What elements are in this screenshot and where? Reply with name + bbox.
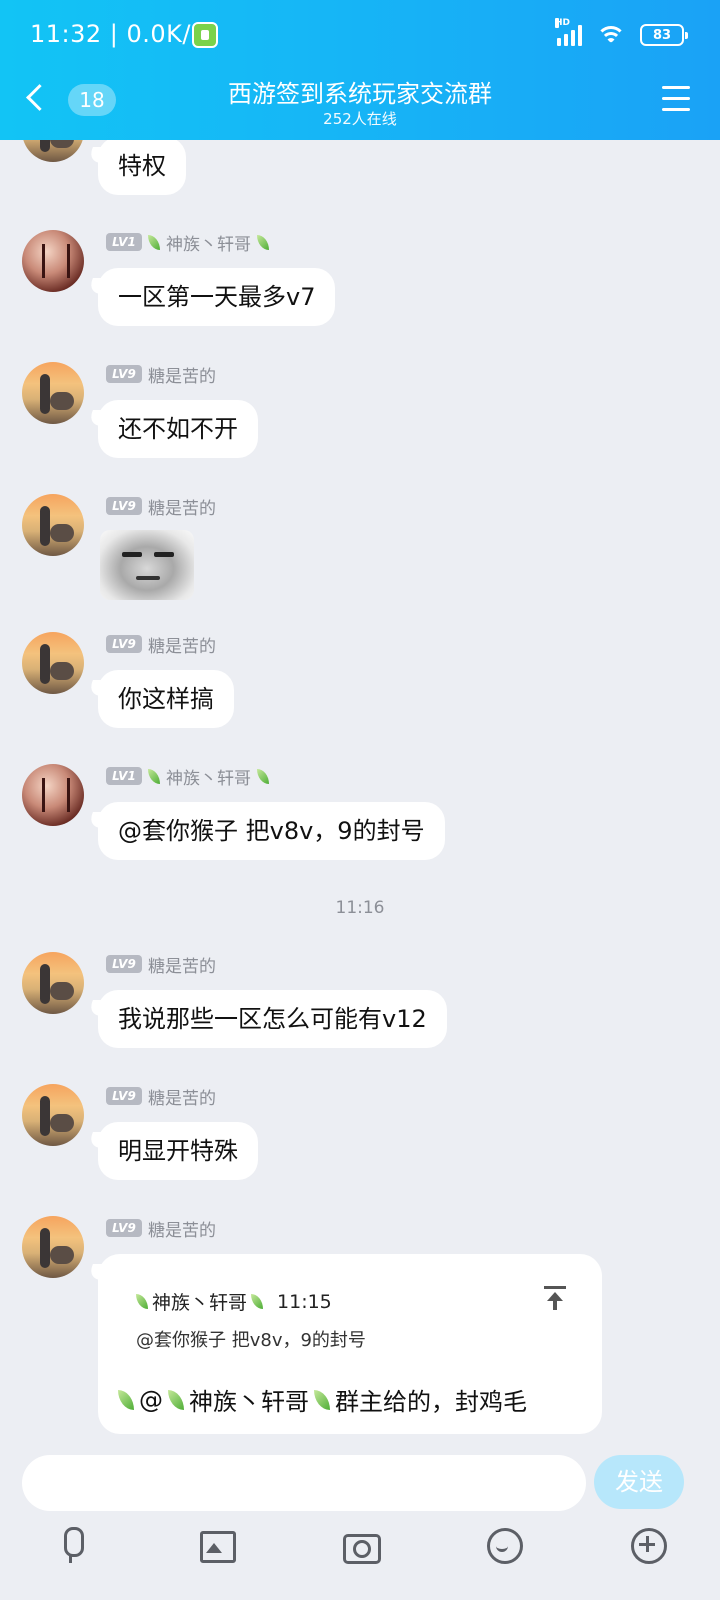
signal-icon: HD — [555, 18, 582, 46]
leaf-icon — [148, 234, 160, 250]
status-bar: 11:32 | 0.0K/s HD 83 — [0, 0, 720, 70]
input-toolbar — [0, 1519, 720, 1579]
image-icon[interactable] — [196, 1525, 236, 1565]
avatar[interactable] — [22, 952, 84, 1014]
sender-line: LV9 糖是苦的 — [106, 494, 216, 519]
message-bubble[interactable]: @套你猴子 把v8v，9的封号 — [98, 802, 445, 860]
reply-message-bubble[interactable]: 神族丶轩哥 11:15 @套你猴子 把v8v，9的封号 @ 神族丶轩哥 群主给的… — [98, 1254, 602, 1434]
input-area: 发送 — [0, 1445, 720, 1600]
chat-header: 11:32 | 0.0K/s HD 83 18 西游签到系统玩家交流群 252人… — [0, 0, 720, 140]
avatar[interactable] — [22, 1216, 84, 1278]
leaf-icon — [136, 1294, 148, 1309]
sender-line: LV9 糖是苦的 — [106, 952, 216, 977]
emoji-icon[interactable] — [484, 1525, 524, 1565]
quoted-header: 神族丶轩哥 11:15 — [136, 1288, 332, 1315]
message-input[interactable] — [22, 1455, 586, 1511]
message-bubble[interactable]: 还不如不开 — [98, 400, 258, 458]
sender-name[interactable]: 神族丶轩哥 — [166, 230, 251, 255]
avatar[interactable] — [22, 140, 84, 162]
message-bubble[interactable]: 一区第一天最多v7 — [98, 268, 336, 326]
message-bubble[interactable]: 特权 — [98, 140, 186, 195]
sender-name[interactable]: 糖是苦的 — [148, 952, 216, 977]
leaf-icon — [148, 768, 160, 784]
microphone-icon[interactable] — [52, 1525, 92, 1565]
sender-line: LV9 糖是苦的 — [106, 632, 216, 657]
avatar[interactable] — [22, 494, 84, 556]
avatar[interactable] — [22, 230, 84, 292]
send-button[interactable]: 发送 — [594, 1455, 684, 1509]
leaf-icon — [118, 1389, 134, 1410]
sender-name[interactable]: 糖是苦的 — [148, 1216, 216, 1241]
sender-line: LV1 神族丶轩哥 — [106, 230, 269, 255]
network-type-label: HD — [555, 18, 571, 28]
level-badge: LV9 — [106, 955, 142, 973]
level-badge: LV9 — [106, 1087, 142, 1105]
wifi-icon — [596, 24, 626, 46]
sender-line: LV1 神族丶轩哥 — [106, 764, 269, 789]
sender-line: LV9 糖是苦的 — [106, 1084, 216, 1109]
level-badge: LV1 — [106, 233, 142, 251]
sender-name[interactable]: 糖是苦的 — [148, 1084, 216, 1109]
sender-name[interactable]: 糖是苦的 — [148, 362, 216, 387]
leaf-icon — [251, 1294, 264, 1309]
online-count: 252人在线 — [323, 110, 397, 128]
quoted-sender: 神族丶轩哥 — [152, 1292, 248, 1314]
quoted-time: 11:15 — [277, 1290, 332, 1313]
message-list[interactable]: 特权 LV1 神族丶轩哥 一区第一天最多v7 LV9 糖是苦的 还不如不开 LV… — [0, 140, 720, 1445]
mention-name[interactable]: 神族丶轩哥 — [189, 1382, 309, 1417]
sender-name[interactable]: 糖是苦的 — [148, 632, 216, 657]
status-time: 11:32 | 0.0K/s — [30, 20, 205, 48]
avatar[interactable] — [22, 632, 84, 694]
sender-line: LV9 糖是苦的 — [106, 362, 216, 387]
battery-level: 83 — [652, 27, 672, 43]
level-badge: LV9 — [106, 365, 142, 383]
message-bubble[interactable]: 我说那些一区怎么可能有v12 — [98, 990, 447, 1048]
leaf-icon — [168, 1389, 184, 1410]
battery-icon: 83 — [640, 24, 688, 46]
group-title[interactable]: 西游签到系统玩家交流群 — [0, 74, 720, 109]
sender-name[interactable]: 糖是苦的 — [148, 494, 216, 519]
jump-to-original-icon[interactable] — [544, 1286, 566, 1310]
level-badge: LV1 — [106, 767, 142, 785]
reply-text: @ 神族丶轩哥 群主给的，封鸡毛 — [118, 1382, 527, 1417]
camera-icon[interactable] — [340, 1525, 381, 1565]
reply-content: 群主给的，封鸡毛 — [335, 1388, 527, 1416]
leaf-icon — [257, 768, 269, 784]
sticker-image[interactable] — [100, 530, 194, 600]
data-saver-icon — [192, 22, 218, 48]
sender-name[interactable]: 神族丶轩哥 — [166, 764, 251, 789]
level-badge: LV9 — [106, 497, 142, 515]
level-badge: LV9 — [106, 1219, 142, 1237]
level-badge: LV9 — [106, 635, 142, 653]
avatar[interactable] — [22, 1084, 84, 1146]
plus-icon[interactable] — [628, 1525, 668, 1565]
menu-icon[interactable] — [662, 86, 690, 112]
sender-line: LV9 糖是苦的 — [106, 1216, 216, 1241]
avatar[interactable] — [22, 362, 84, 424]
leaf-icon — [314, 1389, 330, 1410]
mention-at: @ — [139, 1385, 163, 1414]
leaf-icon — [257, 234, 269, 250]
time-divider: 11:16 — [335, 898, 385, 918]
message-bubble[interactable]: 你这样搞 — [98, 670, 234, 728]
avatar[interactable] — [22, 764, 84, 826]
quoted-text[interactable]: @套你猴子 把v8v，9的封号 — [136, 1326, 366, 1352]
status-icons: HD 83 — [555, 18, 688, 48]
message-bubble[interactable]: 明显开特殊 — [98, 1122, 258, 1180]
